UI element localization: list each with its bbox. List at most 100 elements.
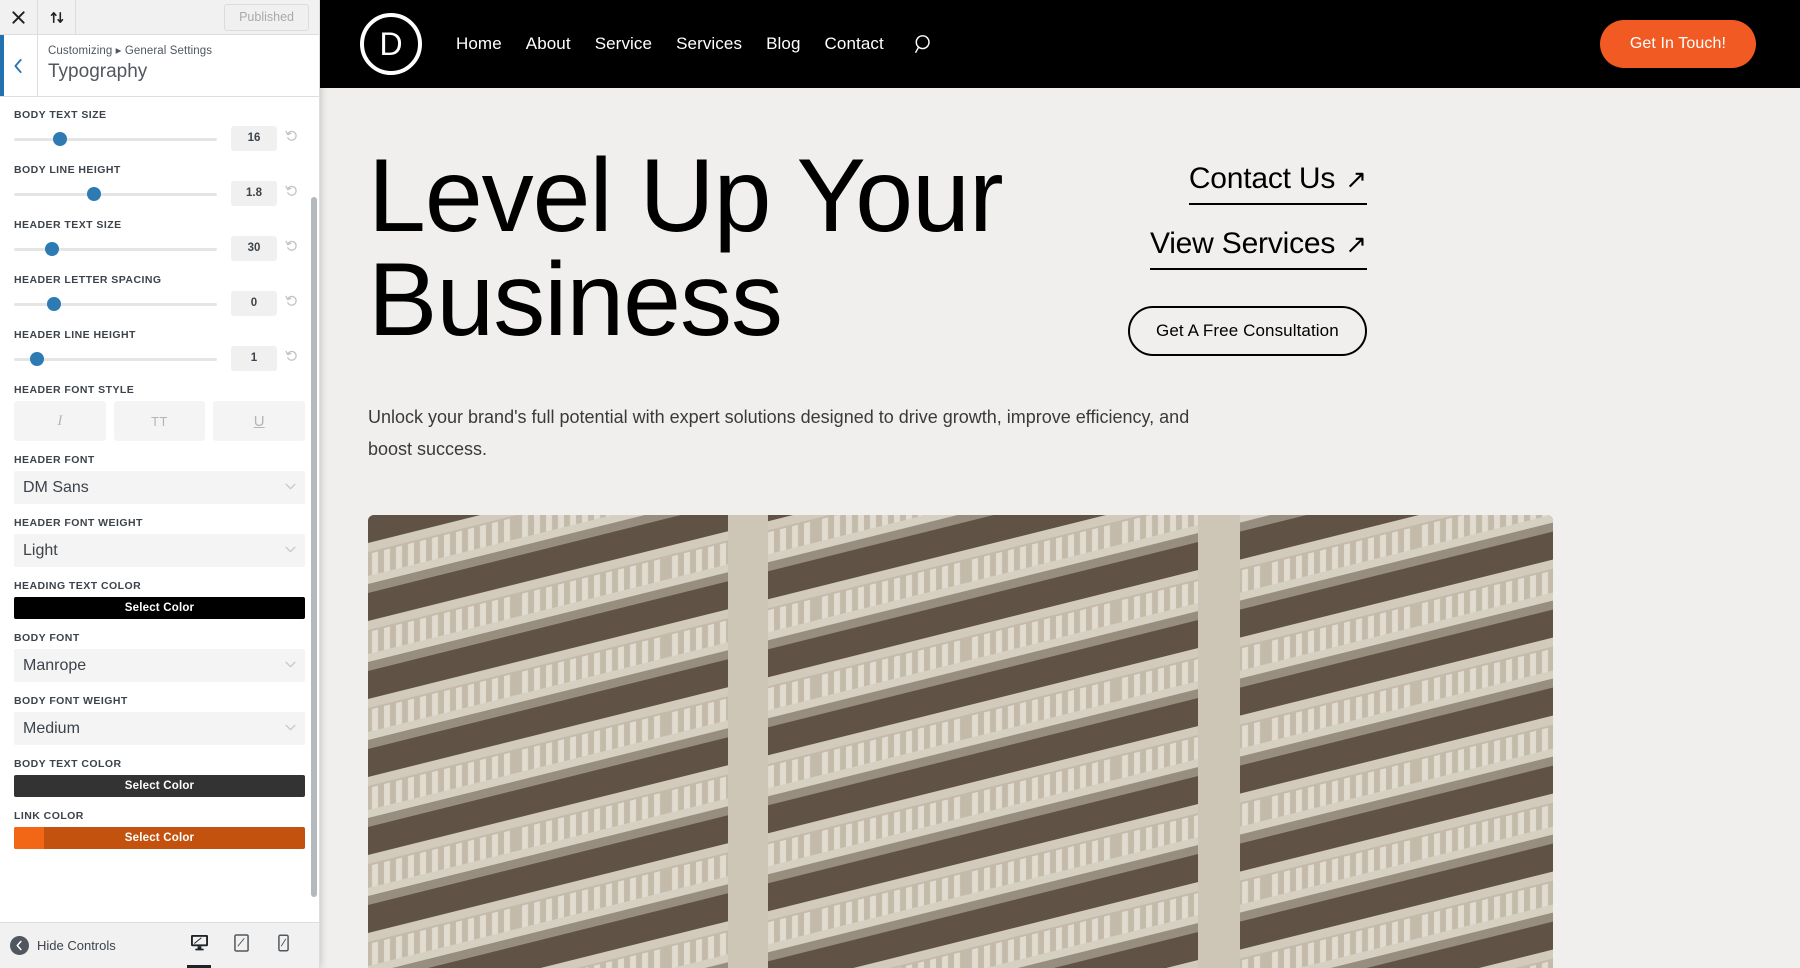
reset-icon[interactable] <box>279 349 305 368</box>
link-color-button[interactable]: Select Color <box>14 827 305 849</box>
slider-row: 1 <box>14 346 305 371</box>
reset-icon[interactable] <box>279 184 305 203</box>
select-color-label: Select Color <box>124 832 195 844</box>
control-label: Body Line Height <box>14 164 121 176</box>
slider-body-line-height[interactable] <box>14 186 225 201</box>
control-label: Heading Text Color <box>14 580 142 592</box>
desktop-preview-button[interactable] <box>185 931 213 968</box>
breadcrumb: Customizing ▸ General Settings <box>48 43 212 59</box>
chevron-left-icon[interactable] <box>0 35 38 96</box>
control-heading-text-color: Heading Text Color Select Color <box>14 580 305 619</box>
control-label: Body Font Weight <box>14 695 128 707</box>
control-label: Header Font Style <box>14 384 135 396</box>
control-body-font-weight: Body Font Weight Medium <box>14 695 305 745</box>
control-body-font: Body Font Manrope <box>14 632 305 682</box>
slider-header-text-size[interactable] <box>14 241 225 256</box>
slider-handle[interactable] <box>87 186 102 201</box>
slider-row: 16 <box>14 126 305 151</box>
published-button[interactable]: Published <box>224 3 309 31</box>
customizer-controls-list: Body Text Size 16 Body Line Height <box>0 97 319 922</box>
control-header-text-size: Header Text Size 30 <box>14 219 305 261</box>
get-in-touch-button[interactable]: Get In Touch! <box>1599 20 1756 68</box>
slider-handle[interactable] <box>30 351 45 366</box>
select-value: Medium <box>23 719 80 737</box>
view-services-label: View Services <box>1149 227 1336 260</box>
underline-button[interactable]: U <box>213 401 306 441</box>
hide-controls-button[interactable]: Hide Controls <box>10 936 116 955</box>
uppercase-button[interactable]: TT <box>113 401 206 441</box>
control-label: Header Text Size <box>14 219 122 231</box>
contact-us-link[interactable]: Contact Us ↗ <box>1188 162 1367 205</box>
heading-text-color-button[interactable]: Select Color <box>14 597 305 619</box>
breadcrumb-prefix: Customizing <box>48 45 113 57</box>
site-navigation-bar: D Home About Service Services Blog Conta… <box>320 0 1800 88</box>
hero-building-image <box>368 515 1553 968</box>
reset-icon[interactable] <box>279 294 305 313</box>
italic-button[interactable]: I <box>14 401 106 441</box>
slider-header-line-height[interactable] <box>14 351 225 366</box>
chevron-down-icon <box>285 724 296 734</box>
chevron-down-icon <box>285 661 296 671</box>
hero-heading-line2: Business <box>368 242 783 358</box>
slider-track <box>14 192 217 196</box>
slider-value-input[interactable]: 0 <box>231 291 277 316</box>
sidebar-scrollbar[interactable] <box>311 197 317 897</box>
slider-handle[interactable] <box>47 296 62 311</box>
slider-value-input[interactable]: 1.8 <box>231 181 277 206</box>
nav-item-contact[interactable]: Contact <box>825 34 884 54</box>
slider-track <box>14 137 217 141</box>
font-style-buttons: I TT U <box>14 401 306 441</box>
sort-arrows-icon[interactable] <box>38 0 76 34</box>
link-color-swatch <box>14 827 44 849</box>
slider-handle[interactable] <box>44 241 59 256</box>
hero-top-row: Level Up Your Business Contact Us ↗ View… <box>368 144 1756 356</box>
tablet-preview-button[interactable] <box>227 931 255 961</box>
hero-heading-line1: Level Up Your <box>368 138 1004 254</box>
slider-header-letter-spacing[interactable] <box>14 296 225 311</box>
body-font-select[interactable]: Manrope <box>14 649 305 682</box>
site-preview-frame: D Home About Service Services Blog Conta… <box>320 0 1800 968</box>
nav-links: Home About Service Services Blog Contact <box>456 34 934 54</box>
slider-value-input[interactable]: 16 <box>231 126 277 151</box>
nav-item-blog[interactable]: Blog <box>766 34 800 54</box>
slider-handle[interactable] <box>53 131 68 146</box>
get-free-consultation-button[interactable]: Get A Free Consultation <box>1128 306 1367 356</box>
customizer-topbar: Published <box>0 0 319 35</box>
nav-item-service[interactable]: Service <box>595 34 652 54</box>
body-text-color-button[interactable]: Select Color <box>14 775 305 797</box>
hero-subtext: Unlock your brand's full potential with … <box>368 407 1190 459</box>
header-font-weight-select[interactable]: Light <box>14 534 305 567</box>
header-font-select[interactable]: DM Sans <box>14 471 305 504</box>
slider-track <box>14 302 217 306</box>
chevron-down-icon <box>285 546 296 556</box>
wordpress-customizer-sidebar: Published Customizing ▸ General Settings… <box>0 0 320 968</box>
control-label: Link Color <box>14 810 84 822</box>
panel-titles: Customizing ▸ General Settings Typograph… <box>38 35 212 96</box>
breadcrumb-section: General Settings <box>124 45 213 57</box>
control-label: Header Font Weight <box>14 517 143 529</box>
mobile-preview-button[interactable] <box>269 931 297 961</box>
reset-icon[interactable] <box>279 129 305 148</box>
close-icon[interactable] <box>0 0 38 34</box>
slider-body-text-size[interactable] <box>14 131 225 146</box>
slider-value-input[interactable]: 1 <box>231 346 277 371</box>
hero-section: Level Up Your Business Contact Us ↗ View… <box>320 88 1800 968</box>
slider-value-input[interactable]: 30 <box>231 236 277 261</box>
site-logo[interactable]: D <box>360 13 422 75</box>
control-header-font-weight: Header Font Weight Light <box>14 517 305 567</box>
control-link-color: Link Color Select Color <box>14 810 305 849</box>
reset-icon[interactable] <box>279 239 305 258</box>
page-title: Typography <box>48 61 148 83</box>
control-label: Body Text Size <box>14 109 107 121</box>
body-font-weight-select[interactable]: Medium <box>14 712 305 745</box>
nav-item-home[interactable]: Home <box>456 34 502 54</box>
search-icon[interactable] <box>914 34 934 54</box>
control-label: Header Letter Spacing <box>14 274 162 286</box>
select-value: DM Sans <box>23 478 89 496</box>
view-services-link[interactable]: View Services ↗ <box>1149 227 1367 270</box>
arrow-up-right-icon: ↗ <box>1345 229 1367 259</box>
control-header-line-height: Header Line Height 1 <box>14 329 305 371</box>
nav-item-about[interactable]: About <box>526 34 571 54</box>
nav-item-services[interactable]: Services <box>676 34 742 54</box>
